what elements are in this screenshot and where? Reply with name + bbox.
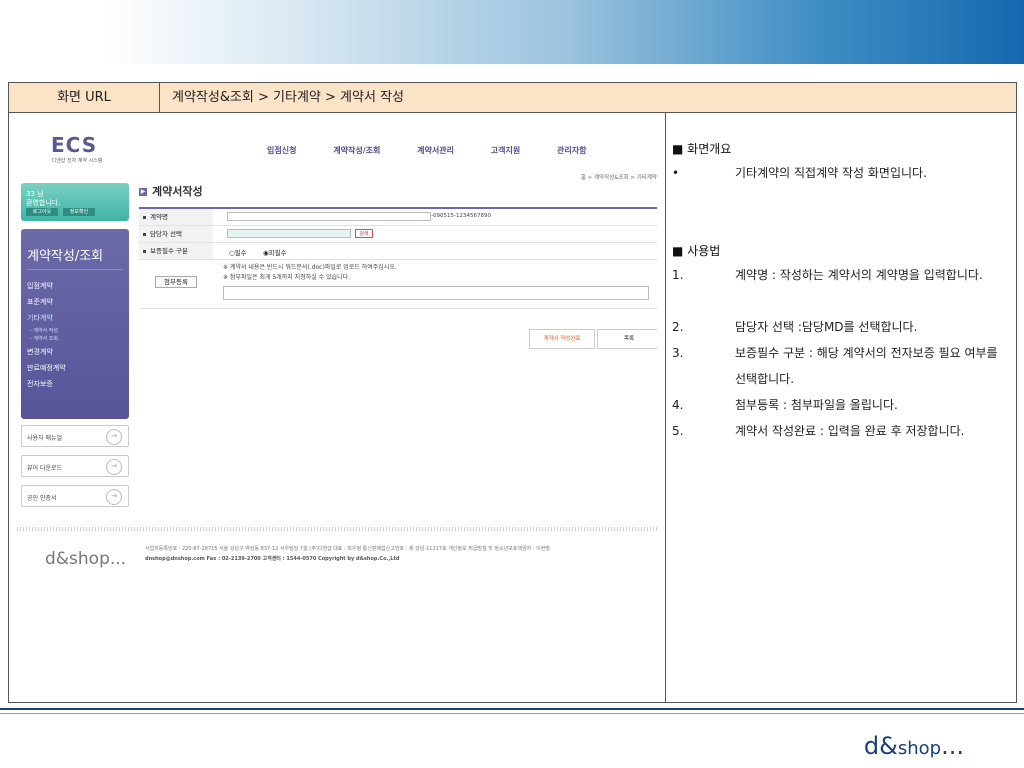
footer-rule-thin bbox=[0, 713, 1024, 714]
manager-input[interactable] bbox=[227, 229, 351, 238]
submenu-write[interactable]: - 계약서 작성 bbox=[30, 327, 58, 334]
footer-logo: d&shop... bbox=[45, 549, 127, 569]
footer-company-info: 사업자등록번호 : 220-87-28715 서울 강남구 역삼동 837-12… bbox=[145, 546, 550, 552]
step-4-num: 4. bbox=[672, 398, 684, 412]
overview-bullet: • bbox=[672, 166, 680, 180]
logout-button[interactable]: 로그아웃 bbox=[26, 208, 58, 216]
welcome-msg: 환영합니다. bbox=[26, 199, 61, 207]
submenu-view[interactable]: - 계약서 조회 bbox=[30, 335, 58, 342]
certificate-link[interactable]: 공인 인증서 → bbox=[21, 485, 129, 507]
row-attachment: ※ 계약서 내용은 반드시 워드문서(.doc)파일로 업로드 하여주십시오. … bbox=[139, 260, 657, 309]
breadcrumb: 홈 > 계약작성&조회 > 기타계약 bbox=[580, 175, 657, 181]
step-4-text: 첨부등록 : 첨부파일을 올립니다. bbox=[735, 398, 898, 412]
menu-item-standard[interactable]: 표준계약 bbox=[27, 297, 53, 307]
overview-text: 기타계약의 직접계약 작성 화면입니다. bbox=[735, 166, 927, 180]
overview-title: ■ 화면개요 bbox=[672, 142, 732, 156]
certificate-link-label: 공인 인증서 bbox=[27, 495, 57, 502]
manual-link-label: 사용자 매뉴얼 bbox=[27, 435, 63, 442]
step-2-text: 담당자 선택 :담당MD를 선택합니다. bbox=[735, 320, 918, 334]
nav-item-support[interactable]: 고객지원 bbox=[491, 146, 520, 155]
top-gradient-banner bbox=[0, 0, 1024, 64]
ecs-logo[interactable]: ECS bbox=[51, 133, 97, 157]
header-row: 화면 URL 계약작성&조회 > 기타계약 > 계약서 작성 bbox=[9, 83, 1016, 113]
column-divider bbox=[665, 113, 666, 703]
menu-item-change[interactable]: 변경계약 bbox=[27, 347, 53, 357]
contract-name-label: 계약명 bbox=[139, 209, 213, 225]
nav-item-apply[interactable]: 입점신청 bbox=[267, 146, 296, 155]
step-5-num: 5. bbox=[672, 424, 684, 438]
arrow-right-icon: → bbox=[106, 459, 122, 475]
top-nav: 입점신청 계약작성/조회 계약서관리 고객지원 관리자함 bbox=[267, 145, 620, 156]
page-title-text: 계약서작성 bbox=[152, 185, 203, 198]
footer-contact-info: dnshop@dnshop.com Fax : 02-2139-2700 고객센… bbox=[145, 556, 400, 562]
welcome-box: 33 님 환영합니다. 로그아웃 정보확인 bbox=[21, 183, 129, 221]
viewer-link-label: 뷰어 다운로드 bbox=[27, 465, 63, 472]
side-menu: 계약작성/조회 입점계약 표준계약 기타계약 - 계약서 작성 - 계약서 조회… bbox=[21, 229, 129, 419]
contract-form: 계약명 -090515-1234567890 담당자 선택 검색 보증필수 구분… bbox=[139, 207, 657, 309]
nav-item-manage[interactable]: 계약서관리 bbox=[417, 146, 454, 155]
brand-logo: d&shop... bbox=[863, 732, 964, 760]
row-manager: 담당자 선택 검색 bbox=[139, 226, 657, 243]
complete-button[interactable]: 계약서 작성완료 bbox=[529, 329, 595, 349]
footer-dotted-divider bbox=[17, 527, 657, 531]
footer-rule bbox=[0, 708, 1024, 710]
menu-divider bbox=[27, 269, 123, 270]
row-contract-name: 계약명 -090515-1234567890 bbox=[139, 209, 657, 226]
menu-title: 계약작성/조회 bbox=[27, 249, 104, 264]
search-button[interactable]: 검색 bbox=[355, 229, 373, 238]
ecs-logo-subtitle: 디앤샵 전자 계약 시스템 bbox=[51, 158, 103, 164]
usage-title: ■ 사용법 bbox=[672, 244, 721, 258]
note-doc-format: ※ 계약서 내용은 반드시 워드문서(.doc)파일로 업로드 하여주십시오. bbox=[223, 264, 397, 271]
title-marker-icon: ▶ bbox=[139, 188, 147, 196]
url-label: 화면 URL bbox=[9, 83, 160, 112]
step-1-num: 1. bbox=[672, 268, 684, 282]
step-5-text: 계약서 작성완료 : 입력을 완료 후 저장합니다. bbox=[735, 424, 965, 438]
manager-label: 담당자 선택 bbox=[139, 226, 213, 242]
contract-name-hint: -090515-1234567890 bbox=[431, 213, 491, 219]
url-path: 계약작성&조회 > 기타계약 > 계약서 작성 bbox=[172, 90, 404, 105]
manual-link[interactable]: 사용자 매뉴얼 → bbox=[21, 425, 129, 447]
menu-item-other[interactable]: 기타계약 bbox=[27, 313, 53, 323]
page-title: ▶ 계약서작성 bbox=[139, 183, 203, 199]
menu-item-store[interactable]: 입점계약 bbox=[27, 281, 53, 291]
radio-not-required[interactable]: ◉피필수 bbox=[263, 247, 287, 257]
nav-item-admin[interactable]: 관리자함 bbox=[557, 146, 586, 155]
row-guarantee: 보증필수 구분 ○필수 ◉피필수 bbox=[139, 243, 657, 260]
menu-item-guarantee[interactable]: 전자보증 bbox=[27, 379, 53, 389]
arrow-right-icon: → bbox=[106, 489, 122, 505]
guarantee-label: 보증필수 구분 bbox=[139, 243, 213, 259]
list-button[interactable]: 목록 bbox=[597, 329, 657, 349]
viewer-download-link[interactable]: 뷰어 다운로드 → bbox=[21, 455, 129, 477]
nav-item-contract[interactable]: 계약작성/조회 bbox=[333, 146, 380, 155]
menu-item-expire[interactable]: 만료예정계약 bbox=[27, 363, 66, 373]
step-1-text: 계약명 : 작성하는 계약서의 계약명을 입력합니다. bbox=[735, 268, 983, 282]
attach-button[interactable]: 첨부등록 bbox=[155, 276, 197, 288]
note-max-files: ※ 첨부파일은 최게 5개까지 지정하실 수 있습니다. bbox=[223, 274, 351, 281]
mock-screen: ECS 디앤샵 전자 계약 시스템 입점신청 계약작성/조회 계약서관리 고객지… bbox=[17, 121, 657, 651]
contract-name-input[interactable] bbox=[227, 212, 431, 221]
step-2-num: 2. bbox=[672, 320, 684, 334]
attachment-field[interactable] bbox=[223, 286, 649, 300]
step-3-text: 보증필수 구분 : 해당 계약서의 전자보증 필요 여부를 선택합니다. bbox=[735, 346, 998, 386]
arrow-right-icon: → bbox=[106, 429, 122, 445]
info-button[interactable]: 정보확인 bbox=[63, 208, 95, 216]
radio-required[interactable]: ○필수 bbox=[229, 247, 247, 257]
step-3-num: 3. bbox=[672, 346, 684, 360]
